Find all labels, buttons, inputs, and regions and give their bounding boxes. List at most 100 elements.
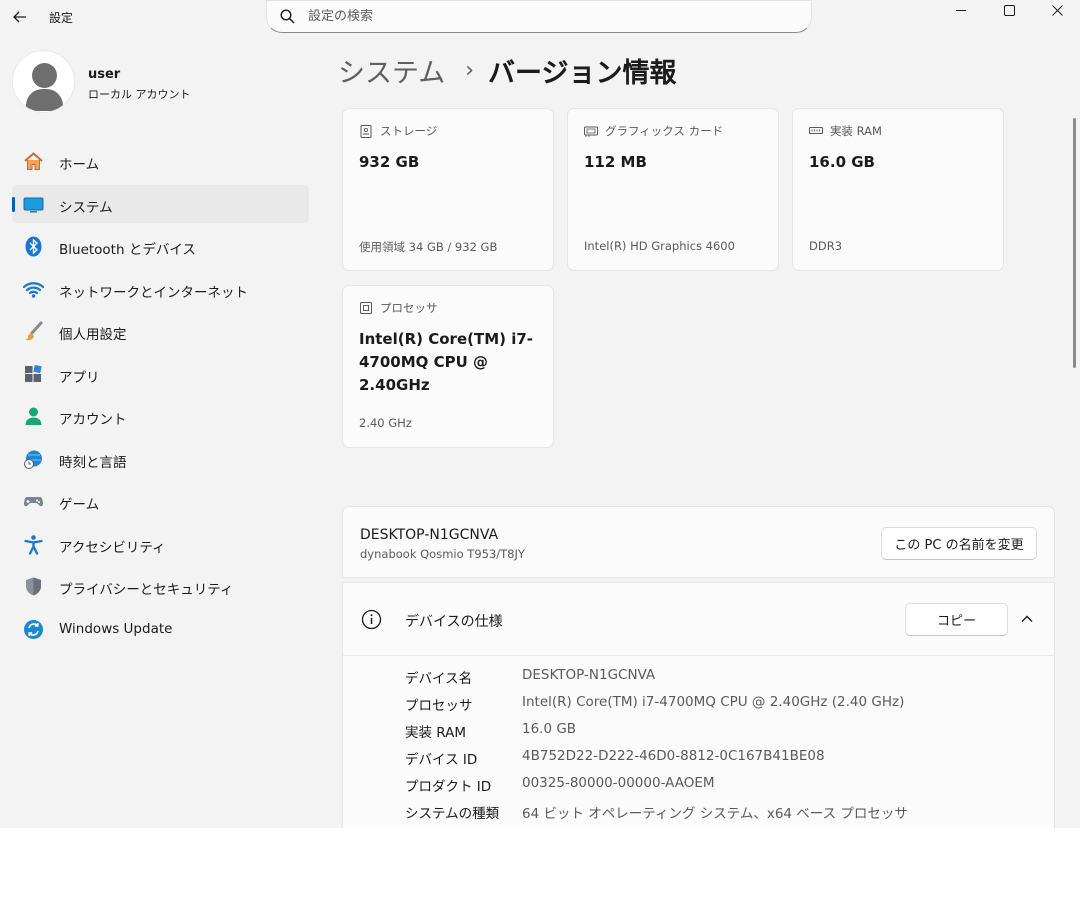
account-icon: [23, 406, 44, 427]
ram-icon: [809, 124, 823, 138]
storage-usage: 使用領域 34 GB / 932 GB: [359, 240, 498, 254]
close-button[interactable]: [1034, 0, 1080, 20]
sidebar-item-home[interactable]: ホーム: [12, 142, 309, 180]
sidebar-item-label: ネットワークとインターネット: [59, 284, 248, 301]
spec-key: デバイス ID: [405, 752, 478, 768]
sidebar-item-personalization[interactable]: 個人用設定: [12, 312, 309, 350]
storage-value: 932 GB: [359, 153, 420, 171]
title-bar: 設定: [0, 0, 1080, 34]
apps-icon: [23, 364, 44, 385]
spec-key: 実装 RAM: [405, 725, 467, 741]
device-specs-title: デバイスの仕様: [405, 614, 503, 630]
minimize-button[interactable]: [938, 0, 984, 20]
wifi-icon: [23, 279, 44, 300]
spec-value: DESKTOP-N1GCNVA: [522, 667, 656, 683]
graphics-card[interactable]: グラフィックス カード 112 MB Intel(R) HD Graphics …: [567, 108, 779, 271]
scrollbar[interactable]: [1073, 118, 1076, 368]
back-arrow-icon: [13, 11, 26, 23]
device-specs-panel: デバイスの仕様 コピー デバイス名 DESKTOP-N1GCNVA プロセッサ …: [342, 582, 1055, 828]
processor-icon: [359, 301, 373, 315]
sidebar-item-bluetooth[interactable]: Bluetooth とデバイス: [12, 227, 309, 265]
graphics-title: グラフィックス カード: [605, 124, 724, 138]
gamepad-icon: [23, 491, 44, 512]
spec-key: デバイス名: [405, 671, 473, 687]
sidebar-item-label: 個人用設定: [59, 327, 127, 343]
storage-card[interactable]: ストレージ 932 GB 使用領域 34 GB / 932 GB: [342, 108, 554, 271]
sidebar-item-accounts[interactable]: アカウント: [12, 397, 309, 435]
spec-key: システムの種類: [405, 806, 500, 822]
sidebar-item-label: アクセシビリティ: [59, 539, 166, 556]
bluetooth-icon: [23, 236, 44, 257]
sidebar-item-privacy[interactable]: プライバシーとセキュリティ: [12, 567, 309, 605]
accessibility-icon: [23, 534, 44, 555]
processor-speed: 2.40 GHz: [359, 416, 412, 430]
device-name: DESKTOP-N1GCNVA: [360, 527, 499, 543]
user-name: user: [88, 67, 121, 82]
home-icon: [23, 151, 44, 172]
breadcrumb-parent[interactable]: システム: [338, 51, 445, 90]
sidebar-item-label: システム: [59, 199, 113, 216]
sidebar-item-label: アカウント: [59, 412, 127, 428]
processor-card[interactable]: プロセッサ Intel(R) Core(TM) i7-4700MQ CPU @ …: [342, 285, 554, 448]
spec-value: 4B752D22-D222-46D0-8812-0C167B41BE08: [522, 748, 825, 764]
sidebar-item-system[interactable]: システム: [12, 184, 309, 223]
copy-button[interactable]: コピー: [905, 603, 1008, 636]
sidebar-item-label: プライバシーとセキュリティ: [59, 582, 234, 598]
search-input[interactable]: [308, 9, 788, 24]
close-icon: [1051, 4, 1063, 16]
device-name-panel: DESKTOP-N1GCNVA dynabook Qosmio T953/T8J…: [342, 506, 1055, 578]
sidebar-item-label: ゲーム: [59, 497, 100, 513]
device-specs-list: デバイス名 DESKTOP-N1GCNVA プロセッサ Intel(R) Cor…: [343, 655, 1054, 828]
rename-pc-button[interactable]: この PC の名前を変更: [881, 527, 1037, 560]
search-box[interactable]: [266, 0, 812, 33]
ram-value: 16.0 GB: [809, 153, 875, 171]
sidebar-item-label: アプリ: [59, 369, 100, 386]
search-icon: [280, 9, 296, 25]
storage-title: ストレージ: [380, 124, 438, 138]
back-button[interactable]: [8, 4, 32, 30]
storage-icon: [359, 124, 373, 138]
sidebar-item-time-language[interactable]: 時刻と言語: [12, 440, 309, 478]
user-profile[interactable]: user ローカル アカウント: [12, 50, 312, 116]
avatar: [12, 50, 75, 113]
device-model: dynabook Qosmio T953/T8JY: [360, 547, 525, 561]
account-type: ローカル アカウント: [88, 88, 191, 101]
ram-card[interactable]: 実装 RAM 16.0 GB DDR3: [792, 108, 1004, 271]
spec-key: プロセッサ: [405, 698, 473, 714]
sidebar-nav: ホーム システム Bluetooth とデバイス ネットワークとインターネット …: [12, 142, 309, 652]
sidebar-item-label: 時刻と言語: [59, 454, 127, 471]
info-icon: [361, 609, 382, 630]
graphics-card-icon: [584, 124, 598, 138]
maximize-icon: [1003, 4, 1015, 16]
graphics-model: Intel(R) HD Graphics 4600: [584, 239, 735, 253]
sidebar-item-label: Windows Update: [59, 620, 173, 637]
spec-value: 64 ビット オペレーティング システム、x64 ベース プロセッサ: [522, 806, 908, 822]
page-title: バージョン情報: [488, 57, 677, 89]
device-specs-header[interactable]: デバイスの仕様 コピー: [343, 583, 1054, 654]
system-icon: [23, 194, 44, 215]
maximize-button[interactable]: [986, 0, 1032, 20]
ram-type: DDR3: [809, 239, 843, 253]
sidebar-item-label: ホーム: [59, 157, 100, 173]
spec-value: Intel(R) Core(TM) i7-4700MQ CPU @ 2.40GH…: [522, 694, 905, 710]
sidebar-item-label: Bluetooth とデバイス: [59, 242, 196, 258]
spec-key: プロダクト ID: [405, 779, 492, 795]
settings-window: 設定 user ローカル アカウント ホーム: [0, 0, 1080, 828]
shield-icon: [23, 576, 44, 597]
processor-title: プロセッサ: [380, 301, 438, 315]
sidebar-item-network[interactable]: ネットワークとインターネット: [12, 270, 309, 308]
spec-value: 16.0 GB: [522, 721, 577, 737]
breadcrumb-separator: ›: [465, 57, 475, 83]
chevron-up-icon[interactable]: [1019, 611, 1035, 627]
brush-icon: [23, 321, 44, 342]
app-title: 設定: [49, 11, 74, 25]
breadcrumb: システム › バージョン情報: [338, 50, 676, 90]
sidebar-item-apps[interactable]: アプリ: [12, 355, 309, 393]
minimize-icon: [956, 10, 966, 11]
sidebar-item-windows-update[interactable]: Windows Update: [12, 610, 309, 648]
graphics-value: 112 MB: [584, 153, 647, 171]
sidebar-item-gaming[interactable]: ゲーム: [12, 482, 309, 520]
spec-value: 00325-80000-00000-AAOEM: [522, 775, 715, 791]
sidebar-item-accessibility[interactable]: アクセシビリティ: [12, 525, 309, 563]
globe-clock-icon: [23, 449, 44, 470]
